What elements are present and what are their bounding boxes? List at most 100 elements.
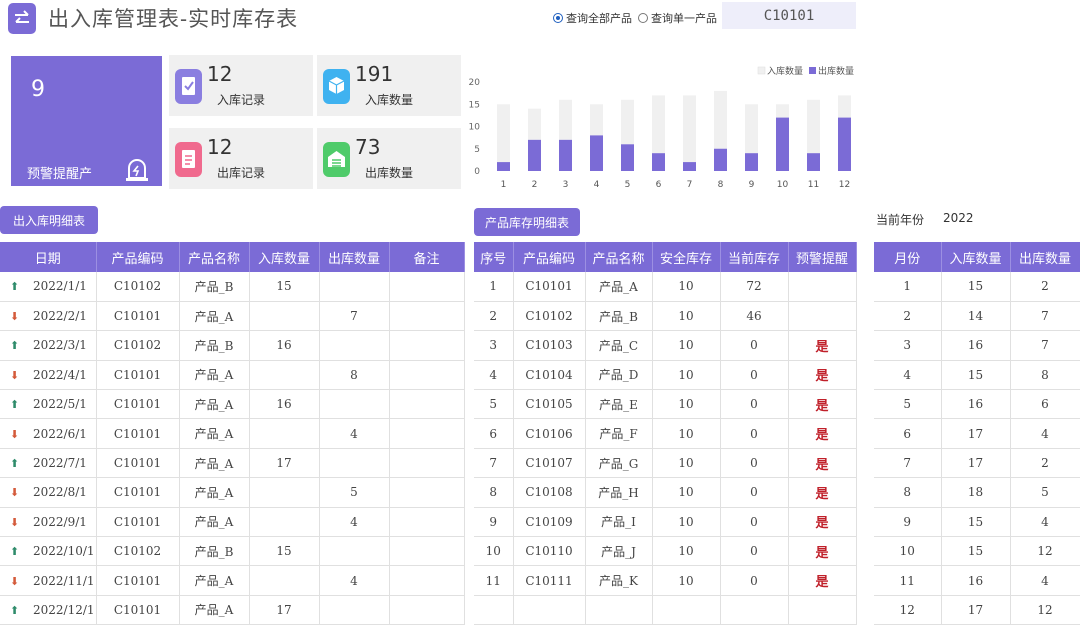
current-year-label: 当前年份: [876, 213, 925, 227]
cell-name: 产品_A: [585, 272, 653, 302]
product-code-input[interactable]: [722, 2, 856, 29]
current-year-value: 2022: [943, 211, 974, 225]
table-row: [474, 595, 857, 625]
detail-col-header: 产品名称: [179, 242, 250, 272]
radio-query-all[interactable]: 查询全部产品: [553, 10, 632, 26]
cell-code: C10102: [96, 536, 180, 567]
table-row: 3 C10103 产品_C 10 0 是: [474, 330, 857, 361]
month-summary-table: 月份 入库数量 出库数量 1 15 2 2 14 7 3 16 7 4 15 8 5 16 6 6 17 4 7 17 2 8…: [874, 242, 1080, 625]
date-text: 2022/3/1: [33, 338, 87, 353]
cell-code: C10108: [513, 477, 586, 508]
table-row: ⬆ 2022/10/1 C10102 产品_B 15: [0, 536, 465, 567]
legend-label-in: 入库数量: [767, 65, 803, 77]
cell-no: 5: [474, 389, 514, 420]
table-row: 8 18 5: [874, 477, 1080, 508]
stock-col-header: 安全库存: [652, 242, 721, 272]
down-arrow-icon: ⬇: [9, 574, 20, 588]
cell-code: C10111: [513, 565, 586, 596]
cell-name: 产品_H: [585, 477, 653, 508]
legend-swatch-out: [809, 67, 816, 74]
cell-safe: 10: [652, 448, 721, 479]
cell-code: C10107: [513, 448, 586, 479]
stock-col-header: 预警提醒: [788, 242, 857, 272]
date-text: 2022/1/1: [33, 279, 87, 294]
cell-out: [319, 330, 390, 361]
cell-name: 产品_A: [179, 360, 250, 391]
table-row: 2 C10102 产品_B 10 46: [474, 301, 857, 332]
cell-cur: [720, 595, 789, 625]
month-cell: 16: [941, 565, 1011, 596]
month-cell: 7: [1010, 330, 1080, 361]
cell-out: [319, 448, 390, 479]
date-cell: ⬇ 2022/8/1: [0, 477, 97, 508]
out-records-value: 12: [207, 135, 233, 159]
radio-query-single[interactable]: 查询单一产品: [638, 10, 717, 26]
out-records-label: 出库记录: [217, 166, 266, 180]
cell-name: 产品_I: [585, 507, 653, 538]
cell-note: [389, 595, 465, 625]
date-cell: ⬆ 2022/1/1: [0, 272, 97, 302]
month-cell: 17: [941, 448, 1011, 479]
month-cell: 16: [941, 389, 1011, 420]
cell-in: [249, 301, 320, 332]
table-row: 6 C10106 产品_F 10 0 是: [474, 418, 857, 449]
cell-name: 产品_A: [179, 389, 250, 420]
month-cell: 4: [1010, 418, 1080, 449]
cell-alert: 是: [788, 330, 857, 361]
up-arrow-icon: ⬆: [9, 603, 20, 617]
table-row: 7 C10107 产品_G 10 0 是: [474, 448, 857, 479]
cell-note: [389, 536, 465, 567]
cell-in: 17: [249, 448, 320, 479]
cell-no: 2: [474, 301, 514, 332]
date-cell: ⬆ 2022/5/1: [0, 389, 97, 420]
cell-name: 产品_B: [179, 330, 250, 361]
alarm-icon: [126, 159, 148, 181]
cell-name: 产品_G: [585, 448, 653, 479]
cell-name: 产品_K: [585, 565, 653, 596]
stock-col-header: 序号: [474, 242, 514, 272]
cell-no: 7: [474, 448, 514, 479]
radio-unselected-icon: [638, 13, 648, 23]
table-row: 3 16 7: [874, 330, 1080, 361]
month-cell: 7: [1010, 301, 1080, 332]
table-row: ⬆ 2022/3/1 C10102 产品_B 16: [0, 330, 465, 361]
month-cell: 8: [1010, 360, 1080, 391]
detail-col-header: 备注: [389, 242, 465, 272]
cell-code: C10106: [513, 418, 586, 449]
cell-name: 产品_C: [585, 330, 653, 361]
month-cell: 6: [874, 418, 942, 449]
up-arrow-icon: ⬆: [9, 545, 20, 559]
cell-safe: 10: [652, 536, 721, 567]
stock-table-button[interactable]: 产品库存明细表: [474, 208, 580, 236]
cell-code: C10101: [96, 477, 180, 508]
month-cell: 15: [941, 507, 1011, 538]
cell-in: 15: [249, 272, 320, 302]
cell-out: 4: [319, 565, 390, 596]
month-cell: 15: [941, 272, 1011, 302]
bar-in-qty: [497, 104, 510, 171]
table-row: 5 16 6: [874, 389, 1080, 420]
date-text: 2022/11/1: [33, 573, 95, 588]
x-tick-label: 12: [839, 180, 850, 190]
box-icon: [323, 69, 350, 104]
x-tick-label: 4: [594, 180, 600, 190]
stock-table: 序号 产品编码 产品名称 安全库存 当前库存 预警提醒 1 C10101 产品_A 10 72 2 C…: [474, 242, 857, 625]
cell-code: C10101: [96, 301, 180, 332]
cell-out: 7: [319, 301, 390, 332]
date-cell: ⬆ 2022/7/1: [0, 448, 97, 479]
cell-out: 4: [319, 507, 390, 538]
cell-name: 产品_B: [179, 536, 250, 567]
warning-label: 预警提醒产: [27, 167, 93, 182]
table-row: 2 14 7: [874, 301, 1080, 332]
cell-safe: 10: [652, 330, 721, 361]
table-row: ⬆ 2022/1/1 C10102 产品_B 15: [0, 272, 465, 302]
date-cell: ⬆ 2022/12/1: [0, 595, 97, 625]
cell-out: [319, 536, 390, 567]
month-cell: 11: [874, 565, 942, 596]
month-cell: 18: [941, 477, 1011, 508]
date-cell: ⬇ 2022/6/1: [0, 418, 97, 449]
cell-name: 产品_A: [179, 301, 250, 332]
month-cell: 4: [1010, 565, 1080, 596]
detail-table-button[interactable]: 出入库明细表: [0, 206, 98, 234]
cell-cur: 46: [720, 301, 789, 332]
